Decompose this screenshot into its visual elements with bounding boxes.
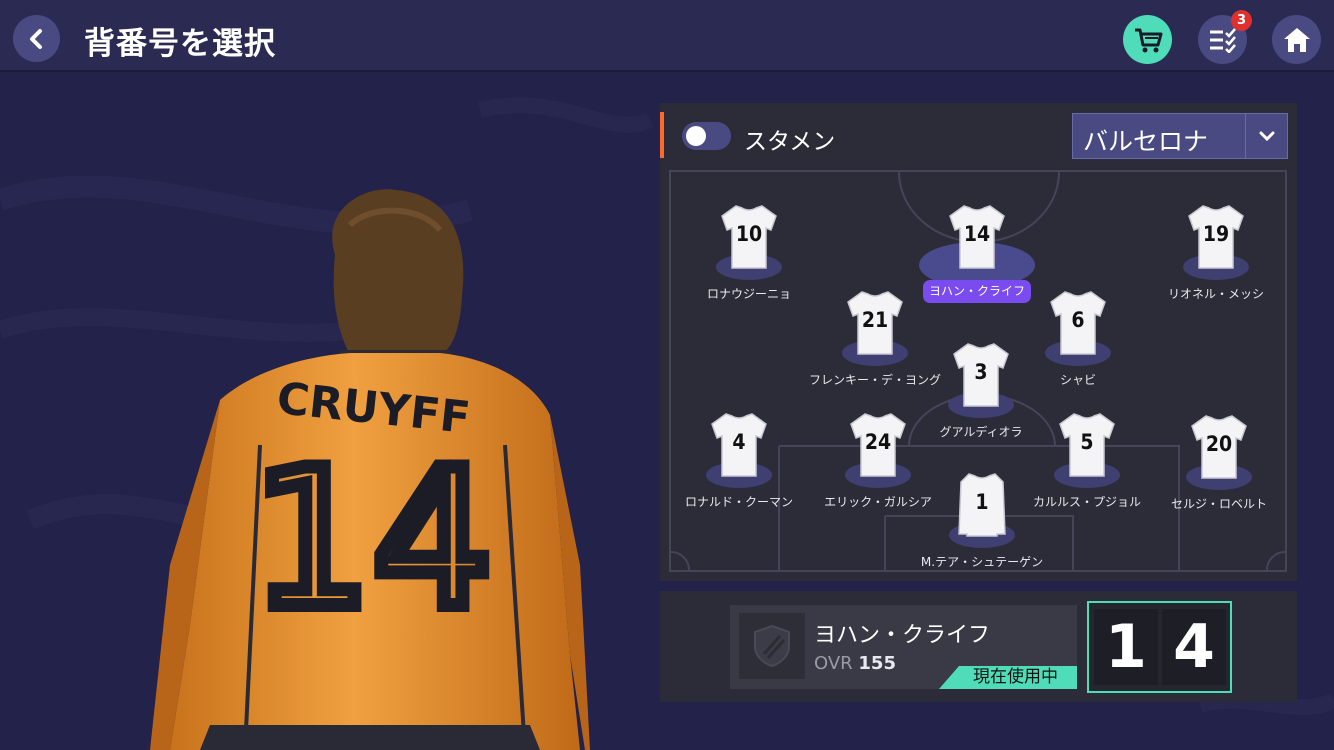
shirt-number: 19 [1202,222,1230,246]
number-digit: 1 [1094,609,1158,685]
shop-button[interactable] [1123,15,1172,64]
shirt-number: 3 [974,360,988,384]
page-title: 背番号を選択 [84,26,276,62]
number-display[interactable]: 1 4 [1087,601,1232,693]
shirt-number: 10 [735,222,763,246]
checklist-icon [1209,27,1236,53]
number-digit: 4 [1162,609,1226,685]
starting-label: スタメン [744,129,836,155]
team-dropdown[interactable]: バルセロナ [1072,113,1288,159]
club-crest [739,613,805,679]
player-name: リオネル・メッシ [1167,287,1264,301]
starting-toggle[interactable] [682,122,731,150]
missions-button[interactable]: 3 [1198,10,1252,64]
notification-badge: 3 [1231,10,1252,31]
player-name: M.テア・シュテーゲン [920,555,1044,569]
shirt-number: 1 [975,490,989,514]
chevron-down-icon [1259,131,1274,141]
shirt-number: 5 [1080,430,1094,454]
home-button[interactable] [1272,15,1321,64]
jersey-number-text: 14 [251,429,493,650]
toggle-knob [686,126,706,146]
ovr-value: 155 [858,653,896,674]
player-slot[interactable]: 4 ロナルド・クーマン [669,412,809,532]
player-slot[interactable]: 19 リオネル・メッシ [1146,204,1286,324]
player-slot[interactable]: 10 ロナウジーニョ [679,204,819,324]
cart-icon [1134,28,1162,52]
player-render: CRUYFF 14 [150,189,590,750]
in-use-badge: 現在使用中 [939,666,1077,689]
panel-accent-bar [660,112,664,158]
dropdown-chevron [1245,114,1287,158]
team-dropdown-value: バルセロナ [1083,127,1209,156]
player-name: セルジ・ロベルト [1170,497,1267,511]
shirt-number: 20 [1205,432,1233,456]
shirt-number: 21 [861,308,889,332]
player-slot[interactable]: 1 M.テア・シュテーゲン [912,472,1052,592]
selected-player-name: ヨハン・クライフ [814,623,991,648]
top-bar: 背番号を選択 3 [0,0,1334,72]
back-button[interactable] [13,15,60,62]
shirt-number: 24 [864,430,892,454]
shield-icon [754,624,790,668]
player-slot[interactable]: 20 セルジ・ロベルト [1149,414,1289,534]
ovr-label: OVR [814,653,853,674]
shirt-number: 4 [732,430,746,454]
shirt-number: 14 [963,222,991,246]
chevron-left-icon [29,28,42,49]
home-icon [1283,27,1310,52]
shirt-number: 6 [1071,308,1085,332]
player-ovr: OVR 155 [814,653,896,674]
